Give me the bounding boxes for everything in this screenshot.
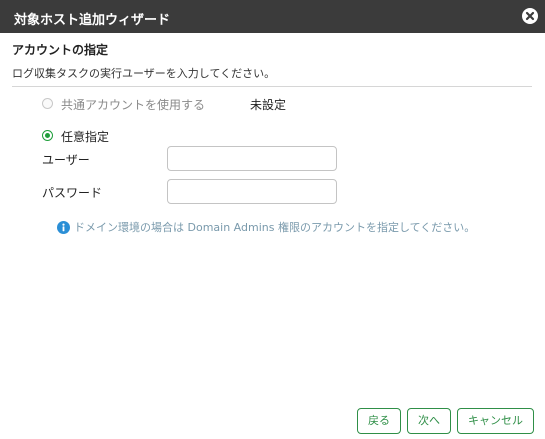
info-message: ドメイン環境の場合は Domain Admins 権限のアカウントを指定してくだ… bbox=[74, 221, 476, 234]
dialog-title: 対象ホスト追加ウィザード bbox=[14, 13, 171, 28]
add-target-host-wizard-dialog: 対象ホスト追加ウィザード アカウントの指定 ログ収集タスクの実行ユーザーを入力し… bbox=[0, 0, 545, 439]
password-input[interactable] bbox=[167, 179, 337, 204]
close-icon[interactable] bbox=[522, 8, 538, 24]
section-description: ログ収集タスクの実行ユーザーを入力してください。 bbox=[12, 67, 276, 80]
cancel-button[interactable]: キャンセル bbox=[457, 408, 534, 434]
next-button[interactable]: 次へ bbox=[407, 408, 451, 434]
info-icon bbox=[57, 221, 70, 234]
shared-account-label: 共通アカウントを使用する bbox=[61, 98, 206, 112]
user-label: ユーザー bbox=[42, 153, 90, 167]
custom-account-radio[interactable] bbox=[42, 130, 53, 141]
shared-account-status: 未設定 bbox=[250, 98, 287, 112]
custom-account-label: 任意指定 bbox=[61, 130, 110, 144]
password-label: パスワード bbox=[42, 186, 103, 200]
user-input[interactable] bbox=[167, 146, 337, 171]
back-button[interactable]: 戻る bbox=[357, 408, 401, 434]
section-title: アカウントの指定 bbox=[12, 43, 109, 57]
shared-account-radio[interactable] bbox=[42, 98, 53, 109]
divider bbox=[12, 86, 532, 87]
dialog-titlebar: 対象ホスト追加ウィザード bbox=[0, 0, 545, 33]
